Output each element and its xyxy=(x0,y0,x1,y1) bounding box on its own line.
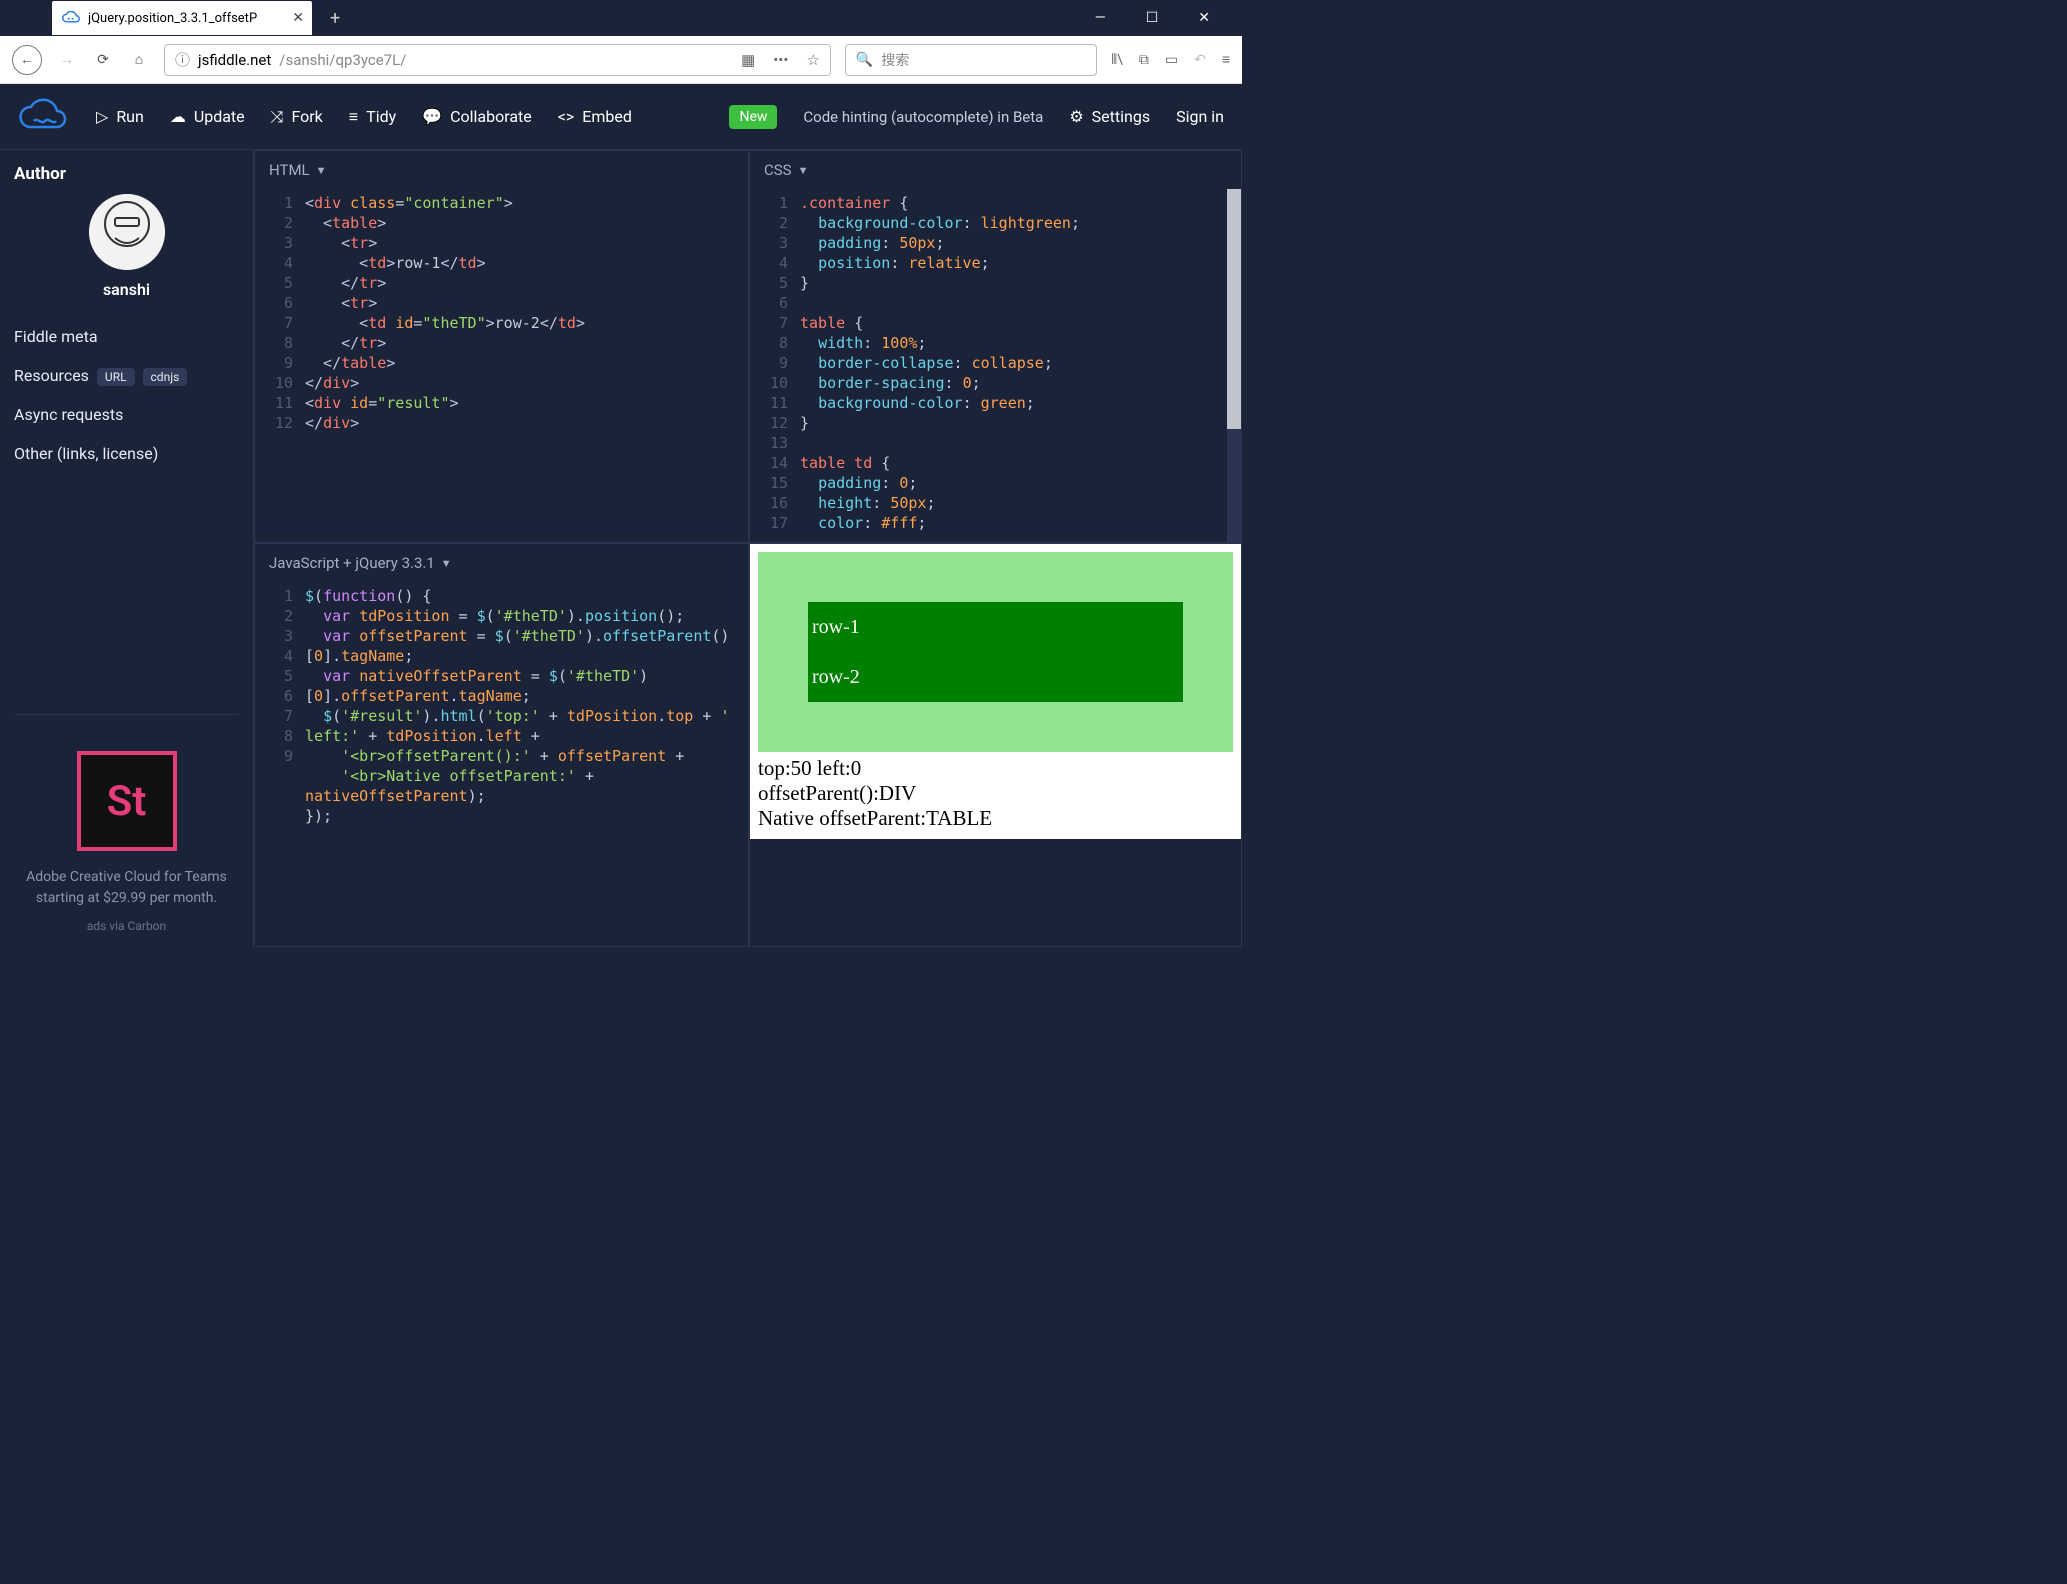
ad-tile[interactable]: St xyxy=(77,751,177,851)
reload-button[interactable]: ⟳ xyxy=(92,49,114,71)
chevron-down-icon: ▼ xyxy=(798,164,809,177)
table-cell: row-2 xyxy=(808,652,1183,702)
active-tab[interactable]: jQuery.position_3.3.1_offsetP ✕ xyxy=(52,1,312,35)
sliders-icon: ⚙ xyxy=(1069,107,1083,126)
html-editor[interactable]: 123456789101112 <div class="container"> … xyxy=(255,189,748,542)
ad-region: St Adobe Creative Cloud for Teams starti… xyxy=(14,714,239,933)
cloud-icon xyxy=(62,11,80,25)
result-panel: row-1 row-2 top:50 left:0 offsetParent()… xyxy=(749,543,1242,947)
bookmark-star-icon[interactable]: ☆ xyxy=(806,51,819,69)
css-editor[interactable]: 1234567891011121314151617 .container { b… xyxy=(750,189,1241,542)
fork-icon: ⤨ xyxy=(271,107,284,127)
js-panel-header[interactable]: JavaScript + jQuery 3.3.1▼ xyxy=(255,544,748,582)
search-icon: 🔍 xyxy=(856,52,873,68)
more-icon[interactable]: ••• xyxy=(773,51,788,69)
avatar[interactable] xyxy=(89,194,165,270)
reader-icon[interactable]: ▭ xyxy=(1165,52,1178,68)
info-icon[interactable]: ⓘ xyxy=(175,49,190,70)
sidebar: Author sanshi Fiddle meta Resources URL … xyxy=(0,150,254,947)
library-icon[interactable]: ⫴\ xyxy=(1111,52,1123,68)
forward-button[interactable]: → xyxy=(56,49,78,71)
url-input[interactable]: ⓘ jsfiddle.net/sanshi/qp3yce7L/ ▦ ••• ☆ xyxy=(164,44,831,76)
browser-chrome: jQuery.position_3.3.1_offsetP ✕ + — ☐ ✕ … xyxy=(0,0,1242,84)
tab-title: jQuery.position_3.3.1_offsetP xyxy=(88,11,284,26)
url-bar-row: ← → ⟳ ⌂ ⓘ jsfiddle.net/sanshi/qp3yce7L/ … xyxy=(0,36,1242,84)
qr-icon[interactable]: ▦ xyxy=(741,51,755,69)
menu-icon[interactable]: ≡ xyxy=(1222,51,1230,68)
embed-button[interactable]: <>Embed xyxy=(558,107,632,126)
chat-icon: 💬 xyxy=(422,107,442,126)
play-icon: ▷ xyxy=(96,107,108,126)
tidy-button[interactable]: ≡Tidy xyxy=(349,107,396,127)
screenshot-icon[interactable]: ⧉ xyxy=(1139,52,1149,68)
signin-button[interactable]: Sign in xyxy=(1176,107,1224,126)
author-name[interactable]: sanshi xyxy=(14,280,239,299)
code-hinting-link[interactable]: Code hinting (autocomplete) in Beta xyxy=(803,108,1043,126)
js-panel: JavaScript + jQuery 3.3.1▼ 123456789 $(f… xyxy=(254,543,749,947)
minimize-icon[interactable]: — xyxy=(1095,10,1106,26)
cloud-up-icon: ☁ xyxy=(170,107,186,126)
collaborate-button[interactable]: 💬Collaborate xyxy=(422,107,532,126)
app-toolbar: ▷Run ☁Update ⤨Fork ≡Tidy 💬Collaborate <>… xyxy=(0,84,1242,150)
sidebar-other[interactable]: Other (links, license) xyxy=(14,434,239,473)
author-heading: Author xyxy=(14,164,239,184)
cdnjs-pill[interactable]: cdnjs xyxy=(143,368,188,386)
sidebar-async[interactable]: Async requests xyxy=(14,395,239,434)
html-panel-header[interactable]: HTML▼ xyxy=(255,151,748,189)
back-button[interactable]: ← xyxy=(12,45,42,75)
result-container: row-1 row-2 xyxy=(758,552,1233,752)
url-path: /sanshi/qp3yce7L/ xyxy=(279,51,406,69)
search-input[interactable]: 🔍 搜索 xyxy=(845,44,1097,76)
fork-button[interactable]: ⤨Fork xyxy=(271,107,323,127)
run-button[interactable]: ▷Run xyxy=(96,107,144,126)
css-panel-header[interactable]: CSS▼ xyxy=(750,151,1241,189)
new-tab-button[interactable]: + xyxy=(330,8,340,29)
result-table: row-1 row-2 xyxy=(808,602,1183,702)
css-panel: CSS▼ 1234567891011121314151617 .containe… xyxy=(749,150,1242,543)
ad-via[interactable]: ads via Carbon xyxy=(14,919,239,933)
close-window-icon[interactable]: ✕ xyxy=(1198,10,1210,26)
html-panel: HTML▼ 123456789101112 <div class="contai… xyxy=(254,150,749,543)
url-host: jsfiddle.net xyxy=(198,51,271,69)
js-editor[interactable]: 123456789 $(function() { var tdPosition … xyxy=(255,582,748,946)
search-placeholder: 搜索 xyxy=(881,50,909,70)
tidy-icon: ≡ xyxy=(349,107,358,127)
undo-icon[interactable]: ↶ xyxy=(1194,52,1206,68)
close-icon[interactable]: ✕ xyxy=(292,10,304,26)
embed-icon: <> xyxy=(558,107,575,126)
table-cell: row-1 xyxy=(808,602,1183,652)
ad-copy[interactable]: Adobe Creative Cloud for Teams starting … xyxy=(14,867,239,909)
home-button[interactable]: ⌂ xyxy=(128,49,150,71)
jsfiddle-logo[interactable] xyxy=(18,97,70,137)
maximize-icon[interactable]: ☐ xyxy=(1146,10,1159,26)
sidebar-fiddle-meta[interactable]: Fiddle meta xyxy=(14,317,239,356)
result-output: row-1 row-2 top:50 left:0 offsetParent()… xyxy=(750,544,1241,839)
new-pill: New xyxy=(729,105,777,129)
sidebar-resources[interactable]: Resources URL cdnjs xyxy=(14,356,239,395)
settings-button[interactable]: ⚙Settings xyxy=(1069,107,1150,126)
tab-bar: jQuery.position_3.3.1_offsetP ✕ + — ☐ ✕ xyxy=(0,0,1242,36)
scrollbar-thumb[interactable] xyxy=(1227,189,1241,429)
chevron-down-icon: ▼ xyxy=(441,557,452,570)
update-button[interactable]: ☁Update xyxy=(170,107,245,126)
url-pill[interactable]: URL xyxy=(97,368,135,386)
chevron-down-icon: ▼ xyxy=(316,164,327,177)
result-text: top:50 left:0 offsetParent():DIV Native … xyxy=(758,756,1233,831)
